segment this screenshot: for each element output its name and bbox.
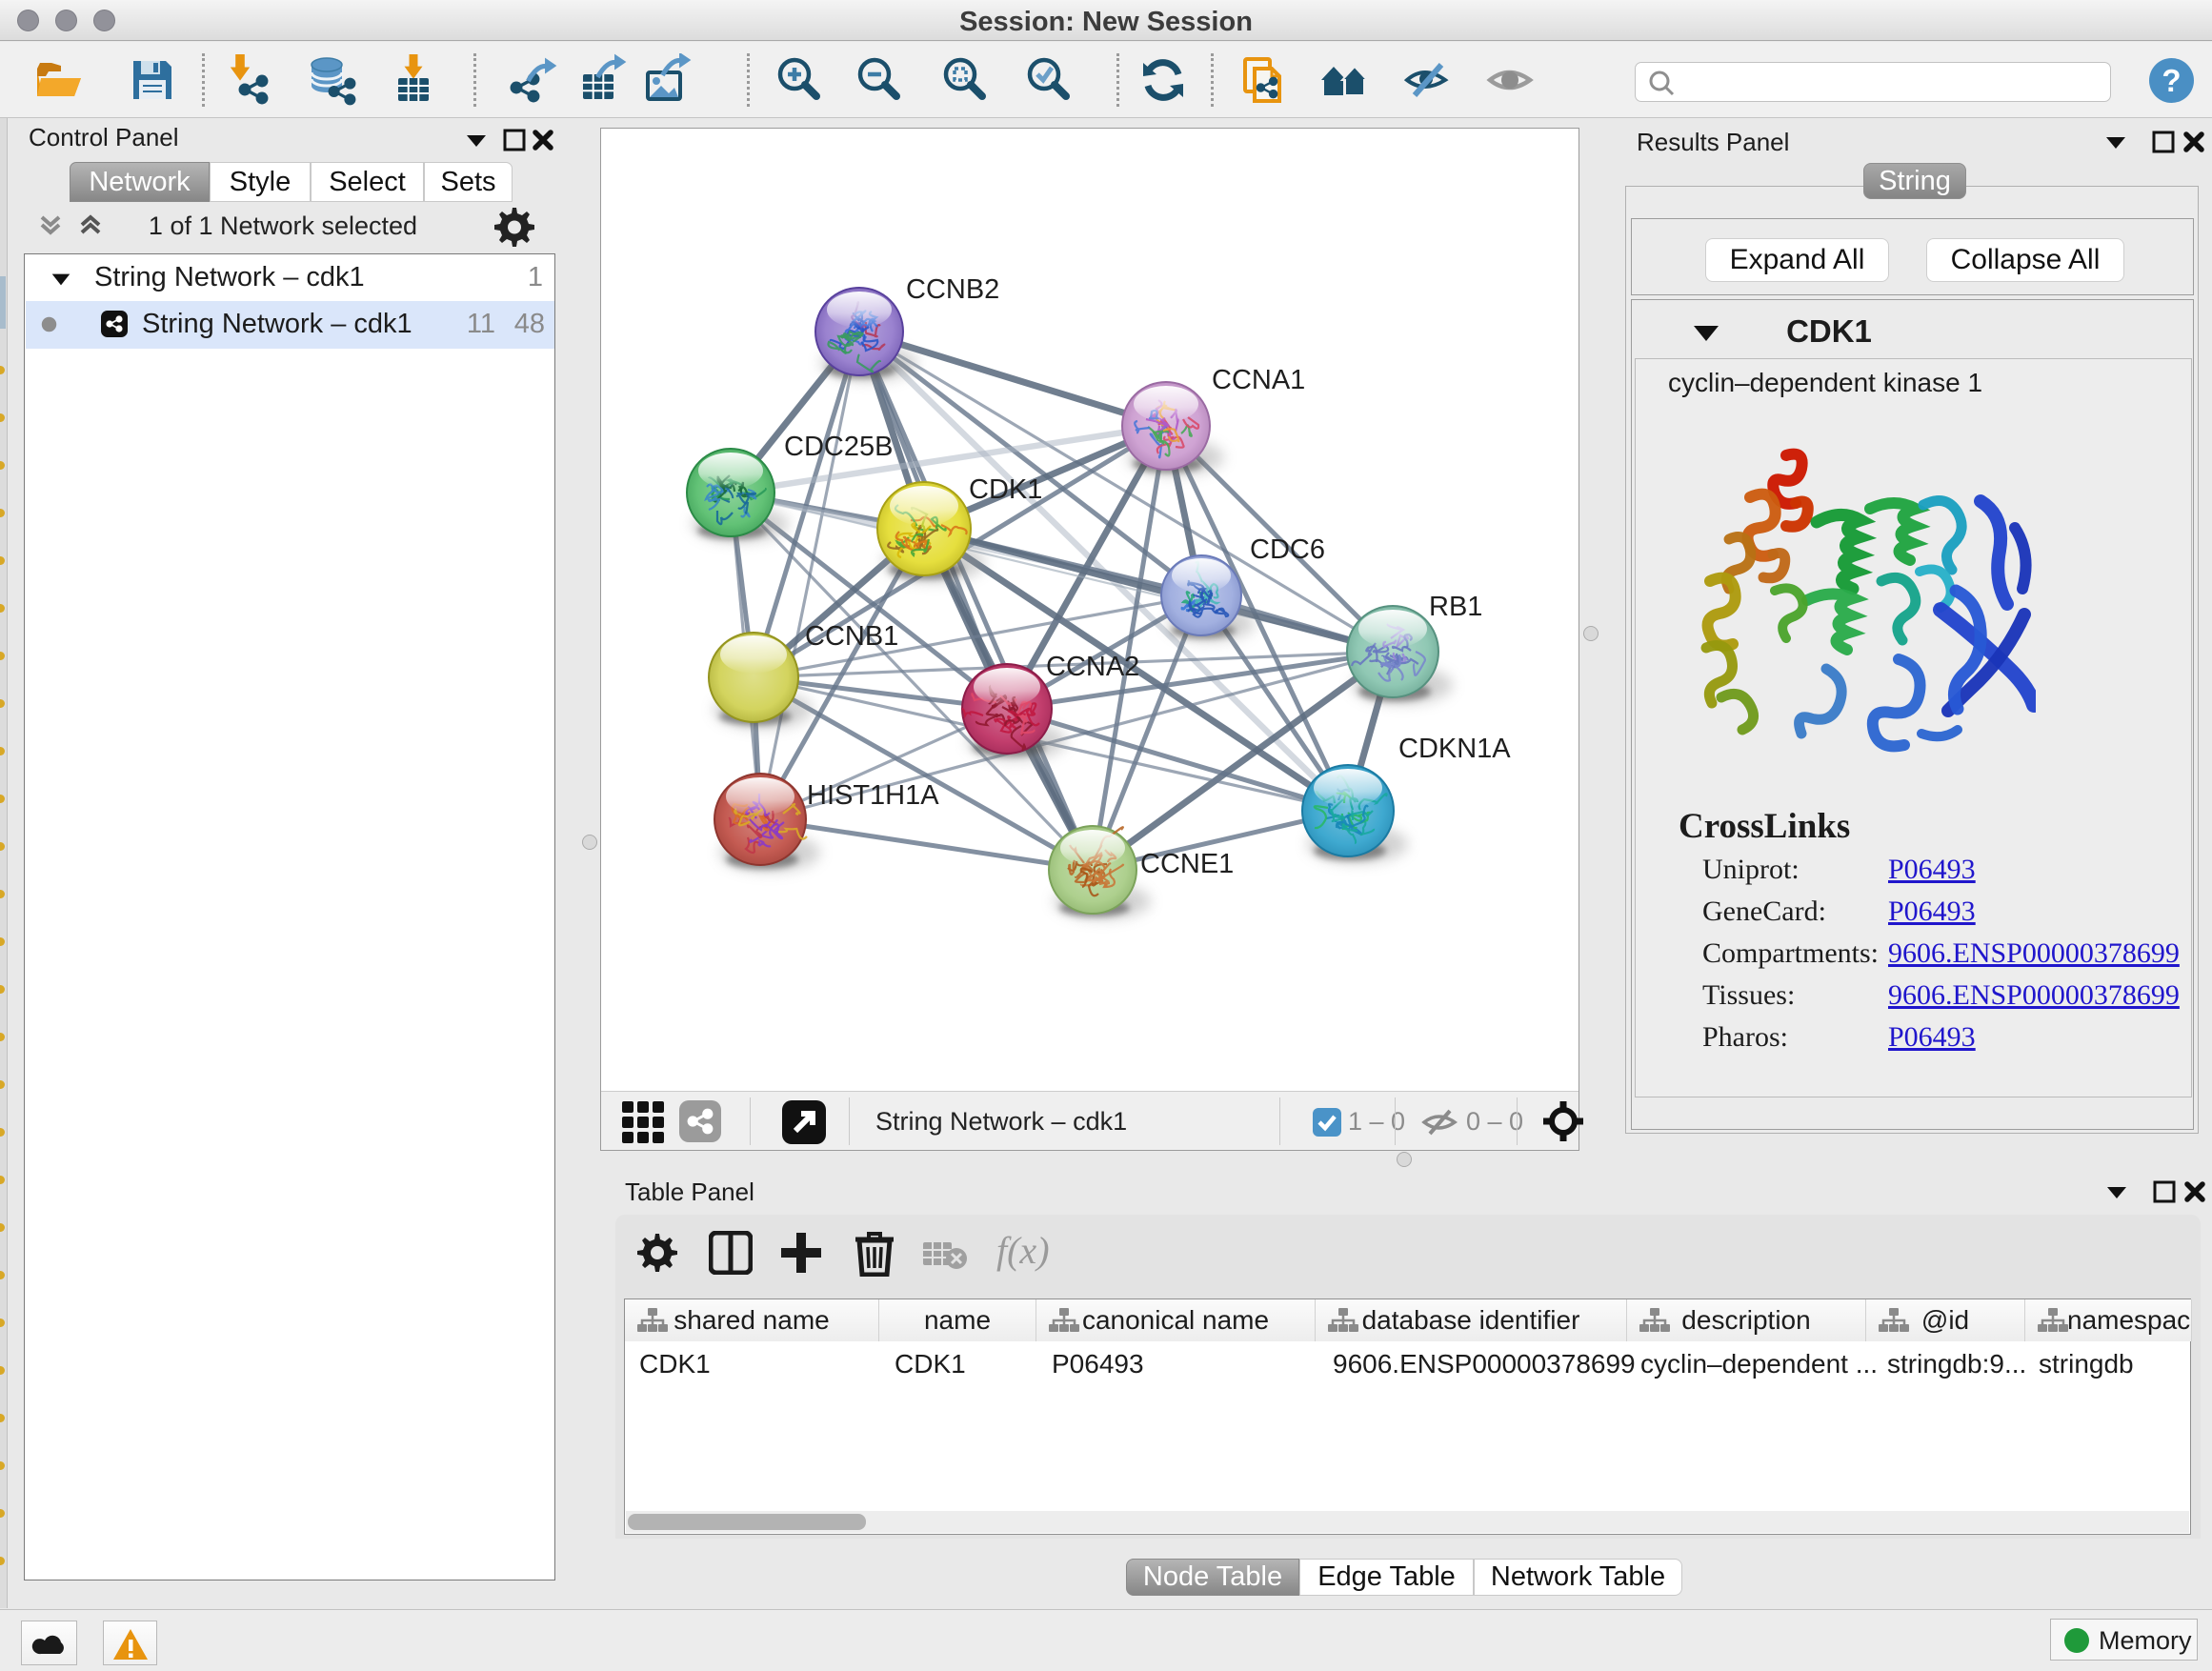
svg-text:CDKN1A: CDKN1A: [1398, 734, 1511, 764]
svg-text:CDC6: CDC6: [1250, 534, 1325, 565]
svg-text:CDC25B: CDC25B: [784, 432, 893, 462]
svg-text:RB1: RB1: [1429, 592, 1482, 622]
svg-text:CCNE1: CCNE1: [1140, 849, 1234, 879]
svg-text:CCNA2: CCNA2: [1046, 652, 1139, 682]
svg-text:CCNA1: CCNA1: [1212, 365, 1305, 395]
svg-text:CCNB2: CCNB2: [906, 274, 999, 305]
svg-text:CDK1: CDK1: [969, 474, 1042, 505]
svg-text:CCNB1: CCNB1: [805, 621, 898, 652]
svg-text:HIST1H1A: HIST1H1A: [807, 780, 939, 811]
